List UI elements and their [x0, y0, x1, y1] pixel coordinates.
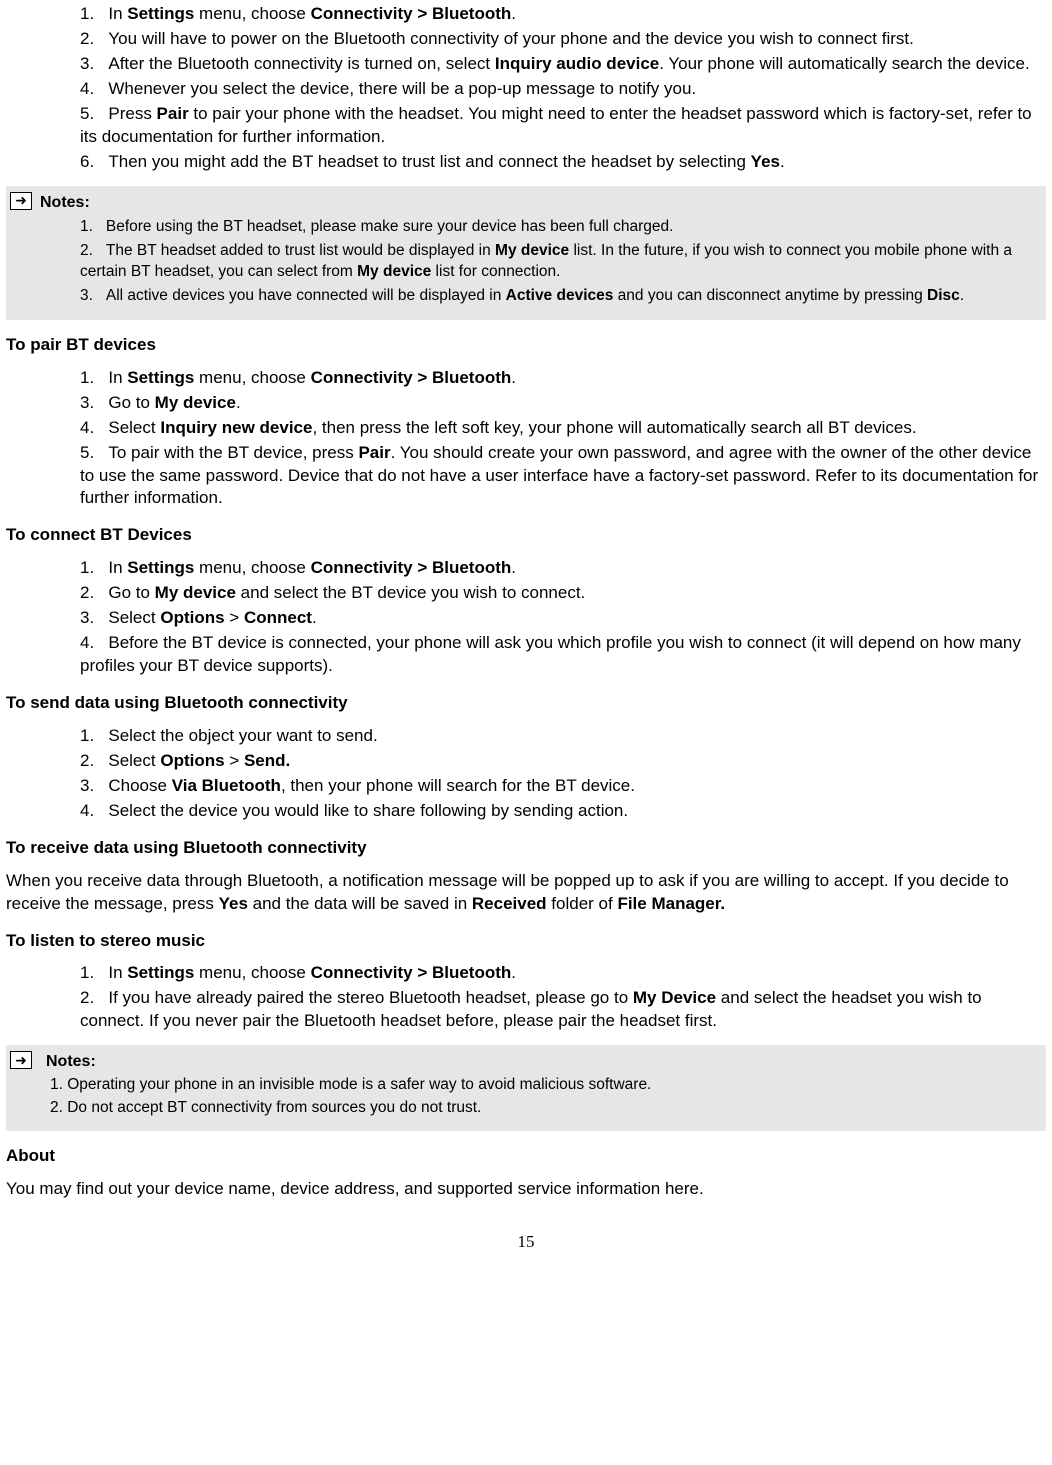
list-item: 3. Choose Via Bluetooth, then your phone…	[76, 775, 1046, 798]
main-list-2: 1. In Settings menu, choose Connectivity…	[6, 367, 1046, 511]
main-list-4: 1. Select the object your want to send. …	[6, 725, 1046, 823]
list-item: 4. Whenever you select the device, there…	[76, 78, 1046, 101]
list-item: 2. The BT headset added to trust list wo…	[76, 241, 1042, 283]
heading-send: To send data using Bluetooth connectivit…	[6, 692, 1046, 715]
list-item: 3. After the Bluetooth connectivity is t…	[76, 53, 1046, 76]
list-item: 2. Go to My device and select the BT dev…	[76, 582, 1046, 605]
para-about: You may find out your device name, devic…	[6, 1178, 1046, 1201]
list-item: 5. To pair with the BT device, press Pai…	[76, 442, 1046, 511]
notes-title: Notes:	[40, 192, 90, 214]
notes-box-2: ➜ Notes: 1. Operating your phone in an i…	[6, 1045, 1046, 1130]
page-number: 15	[6, 1231, 1046, 1254]
para-receive: When you receive data through Bluetooth,…	[6, 870, 1046, 916]
list-item: 2. You will have to power on the Bluetoo…	[76, 28, 1046, 51]
notes-title: Notes:	[46, 1051, 96, 1073]
list-item: 4. Before the BT device is connected, yo…	[76, 632, 1046, 678]
list-item: 1. Operating your phone in an invisible …	[50, 1075, 1042, 1096]
list-item: 6. Then you might add the BT headset to …	[76, 151, 1046, 174]
list-item: 5. Press Pair to pair your phone with th…	[76, 103, 1046, 149]
list-item: 1. In Settings menu, choose Connectivity…	[76, 367, 1046, 390]
heading-connect: To connect BT Devices	[6, 524, 1046, 547]
heading-stereo: To listen to stereo music	[6, 930, 1046, 953]
list-item: 4. Select Inquiry new device, then press…	[76, 417, 1046, 440]
list-item: 1. In Settings menu, choose Connectivity…	[76, 3, 1046, 26]
list-item: 1. Select the object your want to send.	[76, 725, 1046, 748]
heading-pair: To pair BT devices	[6, 334, 1046, 357]
notes-box-1: ➜ Notes: 1. Before using the BT headset,…	[6, 186, 1046, 320]
list-item: 3. All active devices you have connected…	[76, 286, 1042, 307]
notes-plain-list: 1. Operating your phone in an invisible …	[50, 1075, 1042, 1119]
main-list-1: 1. In Settings menu, choose Connectivity…	[6, 3, 1046, 174]
list-item: 3. Go to My device.	[76, 392, 1046, 415]
main-list-3: 1. In Settings menu, choose Connectivity…	[6, 557, 1046, 678]
list-item: 2. Do not accept BT connectivity from so…	[50, 1098, 1042, 1119]
notes-list: 1. Before using the BT headset, please m…	[10, 217, 1042, 307]
list-item: 2. Select Options > Send.	[76, 750, 1046, 773]
list-item: 4. Select the device you would like to s…	[76, 800, 1046, 823]
heading-receive: To receive data using Bluetooth connecti…	[6, 837, 1046, 860]
list-item: 3. Select Options > Connect.	[76, 607, 1046, 630]
main-list-5: 1. In Settings menu, choose Connectivity…	[6, 962, 1046, 1033]
list-item: 1. Before using the BT headset, please m…	[76, 217, 1042, 238]
list-item: 1. In Settings menu, choose Connectivity…	[76, 557, 1046, 580]
heading-about: About	[6, 1145, 1046, 1168]
list-item: 1. In Settings menu, choose Connectivity…	[76, 962, 1046, 985]
arrow-icon: ➜	[10, 192, 32, 210]
arrow-icon: ➜	[10, 1051, 32, 1069]
list-item: 2. If you have already paired the stereo…	[76, 987, 1046, 1033]
